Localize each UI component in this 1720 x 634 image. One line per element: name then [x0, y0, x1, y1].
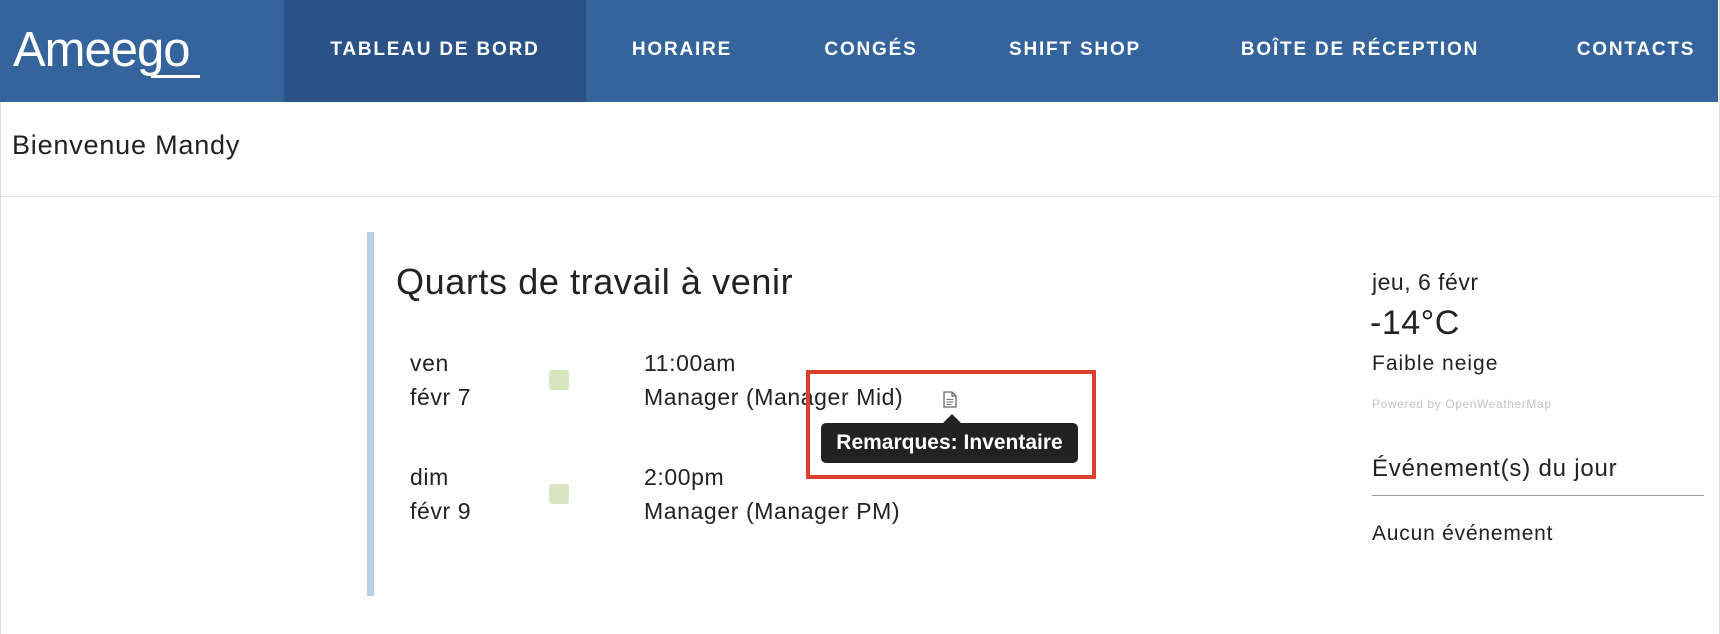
nav-tableau-de-bord[interactable]: TABLEAU DE BORD: [284, 0, 586, 102]
events-divider: [1372, 495, 1704, 496]
welcome-message: Bienvenue Mandy: [12, 130, 241, 160]
shift-date: févr 7: [410, 384, 472, 410]
top-navbar: Ameego TABLEAU DE BORD HORAIRE CONGÉS SH…: [0, 0, 1718, 102]
shift-status-indicator: [549, 484, 569, 504]
nav-conges[interactable]: CONGÉS: [804, 0, 938, 102]
nav-contacts[interactable]: CONTACTS: [1566, 0, 1706, 102]
shift-time: 11:00am: [644, 350, 736, 376]
logo-underline: [151, 75, 200, 78]
nav-boite-de-reception[interactable]: BOÎTE DE RÉCEPTION: [1225, 0, 1495, 102]
shift-day: dim: [410, 464, 449, 490]
events-title: Événement(s) du jour: [1372, 455, 1618, 482]
shift-role: Manager (Manager PM): [644, 498, 901, 524]
events-empty-message: Aucun événement: [1372, 522, 1554, 545]
ameego-logo[interactable]: Ameego: [13, 22, 191, 78]
highlight-annotation-box: [806, 370, 1096, 479]
shifts-panel-title: Quarts de travail à venir: [396, 261, 794, 302]
shift-status-indicator: [549, 370, 569, 390]
nav-shift-shop[interactable]: SHIFT SHOP: [995, 0, 1155, 102]
weather-temperature: -14°C: [1370, 304, 1460, 342]
weather-condition: Faible neige: [1372, 352, 1499, 375]
shift-day: ven: [410, 350, 449, 376]
welcome-bar: Bienvenue Mandy: [0, 102, 1718, 197]
shifts-panel-accent: [367, 232, 374, 596]
shift-date: févr 9: [410, 498, 472, 524]
nav-horaire[interactable]: HORAIRE: [610, 0, 754, 102]
weather-attribution[interactable]: Powered by OpenWeatherMap: [1372, 397, 1552, 411]
weather-date: jeu, 6 févr: [1372, 269, 1479, 295]
shift-time: 2:00pm: [644, 464, 725, 490]
